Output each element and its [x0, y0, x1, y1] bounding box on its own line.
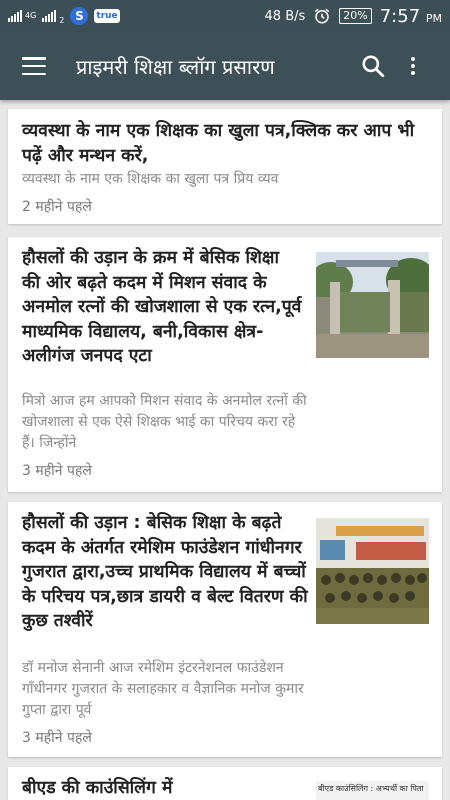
post-title[interactable]: व्यवस्था के नाम एक शिक्षक का खुला पत्र,क…	[22, 119, 432, 168]
network-type-label: 4G	[25, 11, 37, 20]
clock-ampm: PM	[425, 11, 442, 25]
post-card[interactable]: हौसलों की उड़ान : बेसिक शिक्षा के बढ़ते …	[8, 502, 442, 757]
post-feed[interactable]: व्यवस्था के नाम एक शिक्षक का खुला पत्र,क…	[0, 100, 450, 800]
post-card[interactable]: व्यवस्था के नाम एक शिक्षक का खुला पत्र,क…	[8, 109, 442, 224]
thumbnail-text: बीएड काउंसिलिंग : अभ्यर्थी का पिता	[318, 784, 424, 793]
net-speed: 48 B/s	[264, 8, 306, 24]
alarm-icon	[315, 8, 330, 24]
app-title: प्राइमरी शिक्षा ब्लॉग प्रसारण	[76, 54, 275, 79]
post-title[interactable]: हौसलों की उड़ान के क्रम में बेसिक शिक्षा…	[22, 246, 302, 369]
post-time: 3 महीने पहले	[22, 730, 92, 746]
status-bar: 4G 2 S true 48 B/s 20% 7:57 PM	[0, 0, 450, 32]
clock-time: 7:57	[379, 5, 421, 27]
post-snippet: व्यवस्था के नाम एक शिक्षक का खुला पत्र प…	[22, 171, 279, 187]
menu-icon[interactable]	[22, 57, 46, 75]
post-thumbnail[interactable]: बीएड काउंसिलिंग : अभ्यर्थी का पिता	[316, 781, 429, 800]
post-thumbnail[interactable]	[316, 518, 429, 624]
post-title[interactable]: बीएड की काउंसिलिंग में	[22, 776, 302, 800]
search-icon[interactable]	[360, 53, 386, 79]
signal-icon-2	[42, 10, 57, 22]
post-snippet: मित्रो आज हम आपको मिशन संवाद के अनमोल रत…	[22, 393, 307, 451]
signal-icon	[8, 10, 22, 22]
truecaller-icon: true	[94, 9, 120, 23]
post-snippet: डॉ मनोज सेनानी आज रमेशिम इंटरनेशनल फाउंड…	[22, 660, 304, 718]
app-s-icon: S	[70, 7, 89, 25]
sim-label: 2	[59, 16, 65, 25]
post-thumbnail[interactable]	[316, 252, 429, 358]
battery-indicator: 20%	[339, 8, 372, 24]
app-bar: प्राइमरी शिक्षा ब्लॉग प्रसारण	[0, 32, 450, 100]
post-time: 2 महीने पहले	[22, 199, 92, 215]
more-options-icon[interactable]	[410, 57, 416, 75]
post-time: 3 महीने पहले	[22, 463, 92, 479]
post-card[interactable]: हौसलों की उड़ान के क्रम में बेसिक शिक्षा…	[8, 237, 442, 492]
post-title[interactable]: हौसलों की उड़ान : बेसिक शिक्षा के बढ़ते …	[22, 511, 312, 634]
post-card[interactable]: बीएड की काउंसिलिंग में बीएड काउंसिलिंग :…	[8, 767, 442, 800]
clock: 7:57 PM	[380, 6, 442, 27]
